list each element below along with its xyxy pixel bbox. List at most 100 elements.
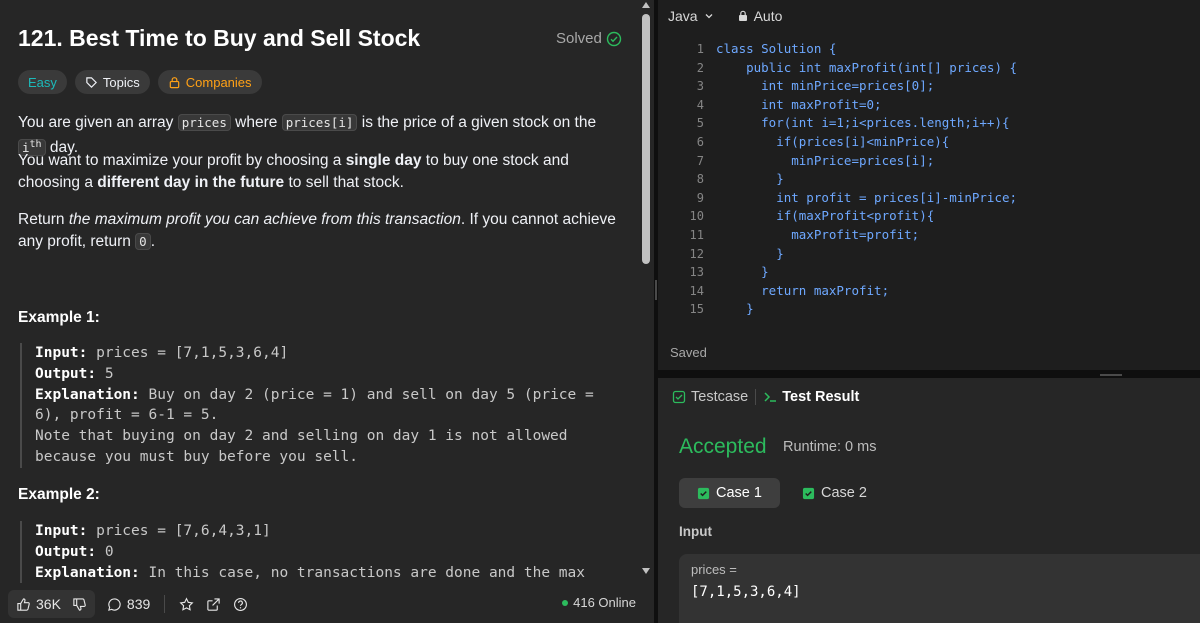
- solved-status: Solved: [556, 30, 622, 47]
- check-square-icon: [802, 487, 815, 499]
- editor-toolbar: Java Auto: [668, 8, 782, 24]
- description-scrollbar[interactable]: [638, 0, 654, 585]
- like-count: 36K: [36, 596, 61, 612]
- topics-tag[interactable]: Topics: [74, 70, 150, 94]
- check-circle-icon: [606, 31, 622, 46]
- comments-button[interactable]: 839: [107, 596, 150, 612]
- thumbs-down-icon[interactable]: [72, 597, 87, 612]
- code-line[interactable]: for(int i=1;i<prices.length;i++){: [716, 114, 1017, 133]
- example-2-explanation: Explanation: In this case, no transactio…: [35, 563, 620, 584]
- inline-code: 0: [135, 233, 151, 250]
- line-number: 15: [689, 302, 704, 317]
- tab-test-result[interactable]: Test Result: [763, 389, 859, 405]
- value: 5: [96, 365, 114, 382]
- code-line[interactable]: maxProfit=profit;: [716, 226, 1017, 245]
- example-1-note: Note that buying on day 2 and selling on…: [35, 428, 568, 465]
- line-number: 8: [696, 172, 704, 187]
- text: You are given an array: [18, 114, 178, 131]
- resize-grip-icon[interactable]: [655, 280, 657, 300]
- thumbs-up-icon: [17, 597, 30, 611]
- solved-label: Solved: [556, 30, 602, 47]
- label: Input:: [35, 345, 88, 361]
- label: Output:: [35, 365, 97, 382]
- scroll-down-arrow-icon[interactable]: [642, 568, 650, 574]
- code-area[interactable]: class Solution { public int maxProfit(in…: [716, 40, 1017, 319]
- case-1-button[interactable]: Case 1: [679, 478, 780, 508]
- text: You want to maximize your profit by choo…: [18, 152, 346, 169]
- description-scroll[interactable]: 121. Best Time to Buy and Sell Stock Sol…: [0, 0, 638, 585]
- line-number: 9: [696, 190, 704, 205]
- companies-label: Companies: [185, 74, 252, 90]
- input-value-box[interactable]: prices = [7,1,5,3,6,4]: [679, 554, 1200, 623]
- case-2-button[interactable]: Case 2: [784, 478, 885, 508]
- line-number-gutter: 1 2 3 4 5 6 7 8 9 10 11 12 13 14 15: [658, 40, 704, 319]
- tag-icon: [86, 76, 97, 88]
- code-line[interactable]: }: [716, 300, 1017, 319]
- code-line[interactable]: if(maxProfit<profit){: [716, 207, 1017, 226]
- text: where: [230, 114, 282, 131]
- label: Explanation:: [35, 386, 140, 403]
- value: 0: [96, 543, 114, 560]
- example-1-explanation: Explanation: Buy on day 2 (price = 1) an…: [35, 385, 620, 427]
- code-line[interactable]: }: [716, 263, 1017, 282]
- scrollbar-thumb[interactable]: [642, 14, 650, 264]
- value: In this case, no transactions are done a…: [139, 564, 585, 581]
- tab-testcase[interactable]: Testcase: [672, 389, 748, 405]
- online-dot-icon: [562, 599, 569, 606]
- problem-title[interactable]: 121. Best Time to Buy and Sell Stock: [18, 25, 420, 52]
- label: Explanation:: [35, 564, 140, 581]
- auto-mode-toggle[interactable]: Auto: [737, 8, 782, 24]
- footer-divider: [164, 595, 166, 613]
- code-line[interactable]: class Solution {: [716, 40, 1017, 59]
- code-line[interactable]: }: [716, 170, 1017, 189]
- tab-testcase-label: Testcase: [691, 389, 749, 405]
- code-line[interactable]: int maxProfit=0;: [716, 96, 1017, 115]
- code-line[interactable]: if(prices[i]<minPrice){: [716, 133, 1017, 152]
- code-line[interactable]: return maxProfit;: [716, 282, 1017, 301]
- label: Input:: [35, 523, 88, 539]
- line-number: 3: [696, 79, 704, 94]
- line-number: 10: [689, 209, 704, 224]
- language-select[interactable]: Java: [668, 8, 715, 24]
- case-1-label: Case 1: [716, 485, 762, 501]
- favorite-button[interactable]: [179, 596, 194, 612]
- superscript: th: [29, 139, 42, 150]
- text: is the price of a given stock on the: [357, 114, 597, 131]
- terminal-icon: [764, 392, 777, 402]
- example-1-block: Input: prices = [7,1,5,3,6,4] Output: 5 …: [20, 343, 620, 468]
- verdict: Accepted: [679, 435, 767, 458]
- scroll-up-arrow-icon[interactable]: [642, 2, 650, 8]
- like-button[interactable]: 36K: [8, 590, 95, 618]
- example-1-title: Example 1:: [18, 309, 100, 326]
- description-footer: 36K 839 416 Online: [0, 585, 654, 623]
- code-line[interactable]: int minPrice=prices[0];: [716, 77, 1017, 96]
- line-number: 12: [689, 246, 704, 261]
- code-line[interactable]: int profit = prices[i]-minPrice;: [716, 189, 1017, 208]
- lock-icon: [169, 76, 180, 88]
- label: Output:: [35, 543, 97, 560]
- topics-label: Topics: [102, 74, 140, 90]
- input-param-value: [7,1,5,3,6,4]: [691, 584, 801, 600]
- share-icon: [207, 597, 220, 611]
- line-number: 2: [696, 60, 704, 75]
- line-number: 5: [696, 116, 704, 131]
- code-line[interactable]: public int maxProfit(int[] prices) {: [716, 59, 1017, 78]
- description-panel: 121. Best Time to Buy and Sell Stock Sol…: [0, 0, 654, 623]
- input-section-label: Input: [679, 524, 712, 539]
- value: prices = [7,6,4,3,1]: [87, 523, 271, 539]
- difficulty-tag[interactable]: Easy: [18, 70, 67, 94]
- line-number: 1: [696, 42, 704, 56]
- comment-icon: [108, 597, 121, 611]
- code-line[interactable]: minPrice=prices[i];: [716, 152, 1017, 171]
- horizontal-resize-grip-icon[interactable]: [1100, 374, 1122, 376]
- runtime-info: Runtime: 0 ms: [783, 439, 877, 455]
- line-number: 7: [696, 153, 704, 168]
- example-2-input: Input: prices = [7,6,4,3,1]: [35, 521, 620, 542]
- companies-tag[interactable]: Companies: [157, 70, 262, 94]
- line-number: 11: [689, 227, 704, 242]
- share-button[interactable]: [206, 597, 221, 612]
- line-number: 4: [696, 97, 704, 112]
- help-button[interactable]: [233, 597, 248, 612]
- code-line[interactable]: }: [716, 245, 1017, 264]
- help-icon: [234, 597, 248, 611]
